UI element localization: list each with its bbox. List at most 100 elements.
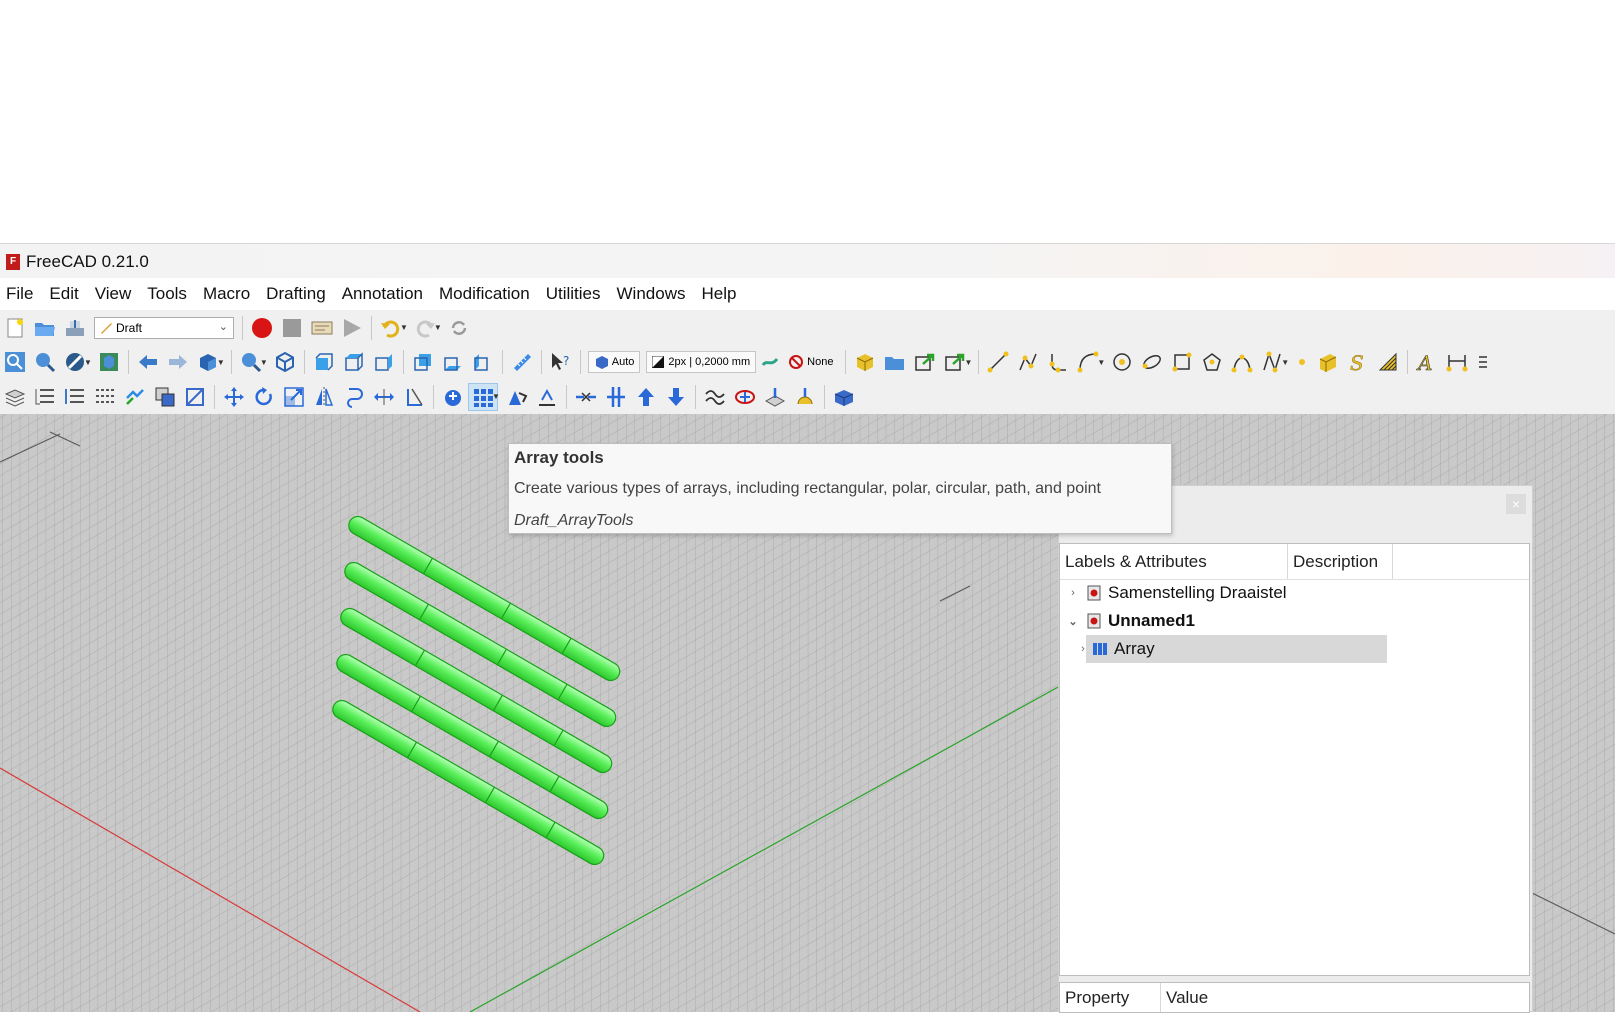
draft-text-icon[interactable]: A bbox=[1412, 348, 1442, 376]
macros-icon[interactable] bbox=[307, 314, 337, 342]
chevron-right-icon[interactable]: › bbox=[1076, 643, 1090, 655]
view-forward-arrow-icon[interactable] bbox=[163, 348, 193, 376]
draft-circle-icon[interactable] bbox=[1107, 348, 1137, 376]
draft-shapestring-icon[interactable]: S bbox=[1343, 348, 1373, 376]
wire-to-bspline-icon[interactable] bbox=[601, 383, 631, 411]
scale-icon[interactable] bbox=[279, 383, 309, 411]
offset-icon[interactable] bbox=[339, 383, 369, 411]
draft-bspline-icon[interactable] bbox=[1227, 348, 1257, 376]
mirror-icon[interactable] bbox=[309, 383, 339, 411]
close-icon[interactable]: × bbox=[1506, 494, 1526, 514]
shape-2d-view-icon[interactable] bbox=[760, 383, 790, 411]
apply-style-icon[interactable] bbox=[759, 348, 781, 376]
execute-macro-icon[interactable] bbox=[337, 314, 367, 342]
view-top-icon[interactable] bbox=[339, 348, 369, 376]
draft-polygon-icon[interactable] bbox=[1197, 348, 1227, 376]
draft-wire-icon[interactable] bbox=[1013, 348, 1043, 376]
chevron-down-icon[interactable]: ▼ bbox=[434, 323, 442, 332]
draft-rectangle-icon[interactable] bbox=[1167, 348, 1197, 376]
measure-distance-icon[interactable] bbox=[507, 348, 537, 376]
view-isometric-icon[interactable] bbox=[270, 348, 300, 376]
chevron-down-icon[interactable]: ▼ bbox=[1097, 358, 1105, 367]
fit-selection-icon[interactable] bbox=[30, 348, 60, 376]
add-to-group-icon[interactable] bbox=[30, 383, 60, 411]
move-down-icon[interactable] bbox=[661, 383, 691, 411]
view-back-arrow-icon[interactable] bbox=[133, 348, 163, 376]
menu-view[interactable]: View bbox=[87, 284, 140, 304]
view-right-icon[interactable] bbox=[369, 348, 399, 376]
stop-macro-icon[interactable] bbox=[277, 314, 307, 342]
refresh-icon[interactable] bbox=[444, 314, 474, 342]
draft-workingplane-proxy-icon[interactable] bbox=[829, 383, 859, 411]
flip-dimension-icon[interactable] bbox=[730, 383, 760, 411]
view-bottom-icon[interactable] bbox=[438, 348, 468, 376]
view-rear-icon[interactable] bbox=[408, 348, 438, 376]
menu-macro[interactable]: Macro bbox=[195, 284, 258, 304]
draft-dimension-icon[interactable] bbox=[1442, 348, 1472, 376]
new-document-icon[interactable] bbox=[0, 314, 30, 342]
menu-help[interactable]: Help bbox=[693, 284, 744, 304]
chevron-right-icon[interactable]: › bbox=[1066, 587, 1080, 599]
create-part-icon[interactable] bbox=[850, 348, 880, 376]
save-icon[interactable] bbox=[60, 314, 90, 342]
tree-item-document-active[interactable]: ⌄ Unnamed1 bbox=[1066, 607, 1195, 635]
menu-edit[interactable]: Edit bbox=[41, 284, 86, 304]
whats-this-icon[interactable]: ? bbox=[546, 348, 576, 376]
model-tree[interactable]: Labels & Attributes Description › Samens… bbox=[1059, 543, 1530, 976]
tree-item-document[interactable]: › Samenstelling Draaistel bbox=[1066, 579, 1286, 607]
chevron-down-icon[interactable]: ⌄ bbox=[1066, 615, 1080, 628]
draft-ellipse-icon[interactable] bbox=[1137, 348, 1167, 376]
menu-file[interactable]: File bbox=[0, 284, 41, 304]
menu-drafting[interactable]: Drafting bbox=[258, 284, 334, 304]
chevron-down-icon[interactable]: ▼ bbox=[492, 392, 500, 401]
downgrade-icon[interactable] bbox=[532, 383, 562, 411]
col-value[interactable]: Value bbox=[1161, 983, 1208, 1012]
clone-icon[interactable] bbox=[150, 383, 180, 411]
split-icon[interactable] bbox=[571, 383, 601, 411]
menu-tools[interactable]: Tools bbox=[139, 284, 195, 304]
create-group-icon[interactable] bbox=[880, 348, 910, 376]
draft-heal-icon[interactable] bbox=[790, 383, 820, 411]
record-macro-icon[interactable] bbox=[247, 314, 277, 342]
view-front-icon[interactable] bbox=[309, 348, 339, 376]
construction-mode-selector[interactable]: None bbox=[784, 351, 838, 373]
layer-manager-icon[interactable] bbox=[0, 383, 30, 411]
draft-to-sketch-icon[interactable] bbox=[180, 383, 210, 411]
draft-hatch-icon[interactable] bbox=[1373, 348, 1403, 376]
draft-fillet-icon[interactable] bbox=[1043, 348, 1073, 376]
chevron-down-icon[interactable]: ▼ bbox=[1281, 358, 1289, 367]
draft-line-icon[interactable] bbox=[983, 348, 1013, 376]
chevron-down-icon[interactable]: ▼ bbox=[260, 358, 268, 367]
rotate-icon[interactable] bbox=[249, 383, 279, 411]
link-icon[interactable] bbox=[910, 348, 940, 376]
draft-label-icon[interactable] bbox=[1472, 348, 1494, 376]
working-plane-selector[interactable]: Auto bbox=[587, 351, 641, 373]
toggle-display-mode-icon[interactable] bbox=[120, 383, 150, 411]
menu-utilities[interactable]: Utilities bbox=[538, 284, 609, 304]
trimex-icon[interactable] bbox=[399, 383, 429, 411]
move-up-icon[interactable] bbox=[631, 383, 661, 411]
bounding-box-icon[interactable] bbox=[94, 348, 124, 376]
fit-all-icon[interactable] bbox=[0, 348, 30, 376]
line-style-selector[interactable]: 2px | 0,2000 mm bbox=[646, 351, 757, 373]
draft-point-icon[interactable] bbox=[1291, 348, 1313, 376]
view-left-icon[interactable] bbox=[468, 348, 498, 376]
open-folder-icon[interactable] bbox=[30, 314, 60, 342]
chevron-down-icon[interactable]: ▼ bbox=[400, 323, 408, 332]
workbench-selector[interactable]: Draft ⌄ bbox=[94, 316, 234, 339]
menu-windows[interactable]: Windows bbox=[609, 284, 694, 304]
stretch-icon[interactable] bbox=[369, 383, 399, 411]
col-property[interactable]: Property bbox=[1060, 983, 1161, 1012]
tree-item-array[interactable]: › Array bbox=[1081, 635, 1387, 663]
chevron-down-icon[interactable]: ▼ bbox=[964, 358, 972, 367]
upgrade-icon[interactable] bbox=[502, 383, 532, 411]
join-icon[interactable] bbox=[438, 383, 468, 411]
chevron-down-icon[interactable]: ▼ bbox=[217, 358, 225, 367]
menu-modification[interactable]: Modification bbox=[431, 284, 538, 304]
select-group-icon[interactable] bbox=[60, 383, 90, 411]
move-icon[interactable] bbox=[219, 383, 249, 411]
add-construction-icon[interactable] bbox=[90, 383, 120, 411]
draft-slope-icon[interactable] bbox=[700, 383, 730, 411]
col-description[interactable]: Description bbox=[1288, 544, 1393, 579]
draft-facebinder-icon[interactable] bbox=[1313, 348, 1343, 376]
